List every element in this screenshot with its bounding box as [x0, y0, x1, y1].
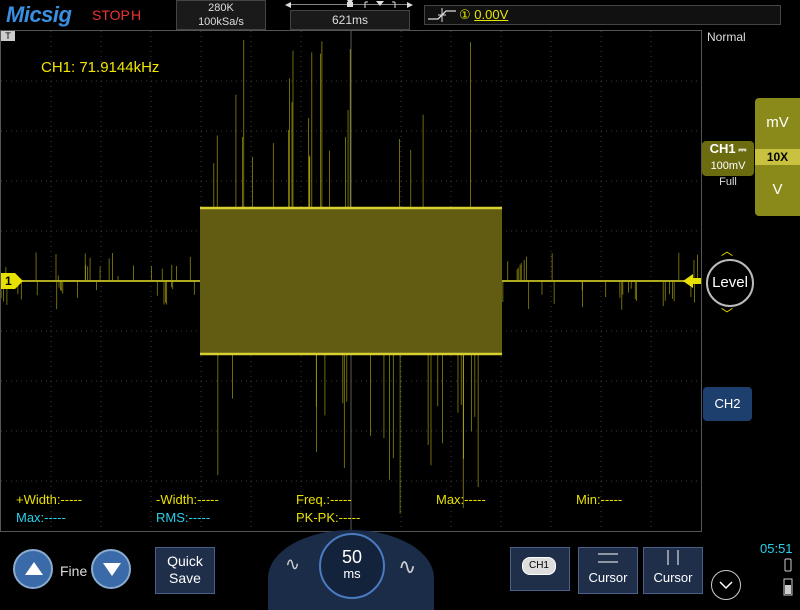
frequency-readout: CH1: 71.9144kHz — [41, 59, 160, 76]
horizontal-cursor-icon — [598, 553, 618, 563]
measure-min[interactable]: Min:----- — [576, 492, 622, 507]
trigger-position-marker-icon[interactable]: T — [1, 31, 15, 41]
measure-rms[interactable]: RMS:----- — [156, 510, 210, 525]
fine-adjust-label: Fine — [60, 563, 88, 579]
ch1-select-chip: CH1 — [522, 557, 556, 575]
waveform-display[interactable]: T CH1: 71.9144kHz 1 +Width:----- -Width:… — [0, 30, 702, 532]
cursor-label-2: Cursor — [653, 570, 693, 585]
quick-save-button[interactable]: Quick Save — [155, 547, 215, 594]
triangle-up-icon — [25, 562, 43, 575]
acquisition-info-box[interactable]: 280K 100kSa/s — [176, 0, 266, 30]
channel-select-button[interactable]: CH1 — [510, 547, 570, 591]
measure-negative-width[interactable]: -Width:----- — [156, 492, 219, 507]
clock-display: 05:51 — [760, 541, 793, 556]
ch1-marker-label: 1 — [5, 274, 12, 288]
timebase-unit: ms — [343, 566, 361, 581]
measure-max[interactable]: Max:----- — [436, 492, 486, 507]
scale-up-unit-button[interactable]: mV — [755, 114, 800, 131]
quick-save-label-2: Save — [169, 570, 201, 586]
timebase-increase-wave-icon[interactable]: ∿ — [398, 554, 416, 580]
measure-max-2[interactable]: Max:----- — [16, 510, 66, 525]
trigger-info-box[interactable]: ① 0.00V — [424, 5, 781, 25]
level-up-chevron-icon[interactable]: ︿ — [721, 242, 733, 259]
dc-coupling-icon: ⎓ — [735, 145, 747, 156]
fine-down-button[interactable] — [91, 549, 131, 589]
level-down-chevron-icon[interactable]: ﹀ — [721, 305, 733, 322]
timebase-decrease-wave-icon[interactable]: ∿ — [285, 554, 300, 575]
triangle-down-icon — [103, 563, 121, 576]
probe-ratio-label[interactable]: 10X — [755, 149, 800, 165]
sample-rate: 100kSa/s — [198, 16, 244, 28]
vertical-scale-panel[interactable]: mV 10X V — [755, 98, 800, 216]
measure-pk-pk[interactable]: PK-PK:----- — [296, 510, 360, 525]
ch1-waveform-trace — [1, 39, 701, 514]
menu-collapse-button[interactable] — [711, 570, 741, 600]
cursor-label-1: Cursor — [588, 570, 628, 585]
ch1-scale-button[interactable]: CH1 ⎓ 100mV — [702, 141, 754, 176]
ch1-bandwidth-label: Full — [719, 176, 737, 188]
acquisition-mode-indicator: H — [131, 7, 142, 23]
brand-logo: Micsig — [6, 2, 72, 27]
horizontal-cursor-button[interactable]: Cursor — [578, 547, 638, 594]
vertical-cursor-icon — [667, 550, 679, 565]
fine-up-button[interactable] — [13, 549, 53, 589]
vertical-cursor-button[interactable]: Cursor — [643, 547, 703, 594]
run-stop-status[interactable]: STOP — [92, 7, 130, 23]
measure-positive-width[interactable]: +Width:----- — [16, 492, 82, 507]
trigger-source: ① — [459, 7, 471, 22]
ch2-button[interactable]: CH2 — [703, 387, 752, 421]
trigger-level-arrow-icon[interactable] — [683, 274, 701, 288]
ch1-name: CH1 — [709, 141, 736, 156]
status-icons — [783, 558, 793, 596]
trigger-mode-label[interactable]: Normal — [707, 30, 746, 44]
ch1-volts-per-div: 100mV — [710, 160, 746, 172]
horizontal-position-value[interactable]: 621ms — [290, 10, 410, 30]
chevron-down-icon — [719, 581, 733, 590]
trigger-level-knob[interactable]: Level — [706, 259, 754, 307]
trigger-level-value: 0.00V — [474, 7, 509, 22]
memory-depth: 280K — [208, 2, 234, 14]
timebase-value: 50 — [341, 547, 363, 567]
scale-down-unit-button[interactable]: V — [755, 181, 800, 198]
quick-save-label-1: Quick — [167, 553, 203, 569]
timebase-knob[interactable]: 50 ms — [319, 533, 385, 599]
ch1-burst-envelope — [200, 207, 502, 355]
measure-frequency[interactable]: Freq.:----- — [296, 492, 352, 507]
usb-icon — [784, 558, 792, 572]
rising-edge-trigger-icon — [428, 8, 456, 22]
